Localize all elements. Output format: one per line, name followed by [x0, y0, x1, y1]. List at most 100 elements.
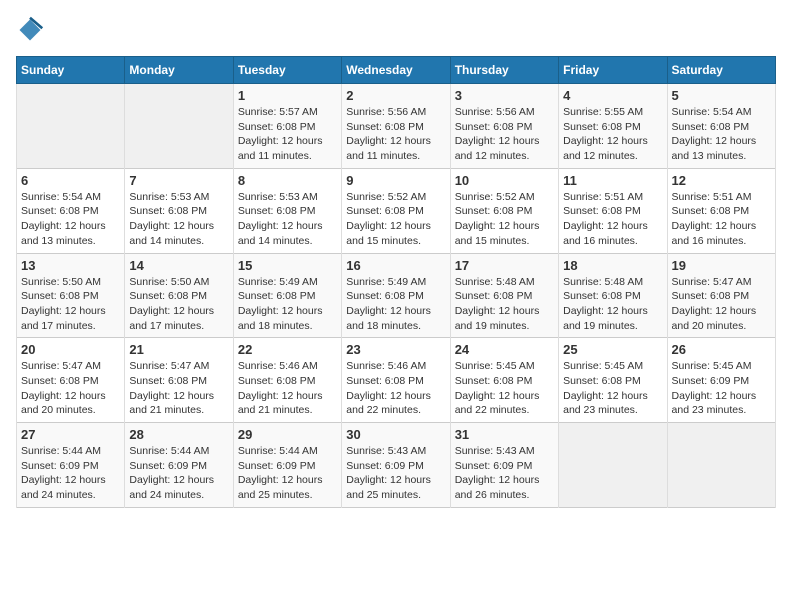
day-info: Sunrise: 5:44 AMSunset: 6:09 PMDaylight:…: [238, 444, 337, 503]
calendar-cell: 9 Sunrise: 5:52 AMSunset: 6:08 PMDaylight…: [342, 168, 450, 253]
day-info: Sunrise: 5:50 AMSunset: 6:08 PMDaylight:…: [129, 275, 228, 334]
day-number: 4: [563, 88, 662, 103]
logo-icon: [16, 16, 44, 44]
calendar-cell: 18 Sunrise: 5:48 AMSunset: 6:08 PMDayligh…: [559, 253, 667, 338]
calendar-cell: 7 Sunrise: 5:53 AMSunset: 6:08 PMDaylight…: [125, 168, 233, 253]
day-number: 30: [346, 427, 445, 442]
day-info: Sunrise: 5:56 AMSunset: 6:08 PMDaylight:…: [346, 105, 445, 164]
day-info: Sunrise: 5:47 AMSunset: 6:08 PMDaylight:…: [129, 359, 228, 418]
calendar-cell: 31Sunrise: 5:43 AMSunset: 6:09 PMDayligh…: [450, 423, 558, 508]
calendar-cell: 30 Sunrise: 5:43 AMSunset: 6:09 PMDayligh…: [342, 423, 450, 508]
day-info: Sunrise: 5:52 AMSunset: 6:08 PMDaylight:…: [455, 190, 554, 249]
col-header-wednesday: Wednesday: [342, 57, 450, 84]
calendar-cell: 8 Sunrise: 5:53 AMSunset: 6:08 PMDaylight…: [233, 168, 341, 253]
col-header-saturday: Saturday: [667, 57, 775, 84]
calendar-cell: 1 Sunrise: 5:57 AMSunset: 6:08 PMDaylight…: [233, 84, 341, 169]
day-number: 8: [238, 173, 337, 188]
day-number: 29: [238, 427, 337, 442]
calendar-cell: 21 Sunrise: 5:47 AMSunset: 6:08 PMDayligh…: [125, 338, 233, 423]
day-info: Sunrise: 5:45 AMSunset: 6:09 PMDaylight:…: [672, 359, 771, 418]
day-number: 11: [563, 173, 662, 188]
day-number: 3: [455, 88, 554, 103]
calendar-cell: 26 Sunrise: 5:45 AMSunset: 6:09 PMDayligh…: [667, 338, 775, 423]
day-number: 6: [21, 173, 120, 188]
calendar-cell: [125, 84, 233, 169]
page-header: [16, 16, 776, 44]
day-number: 26: [672, 342, 771, 357]
day-number: 15: [238, 258, 337, 273]
day-number: 23: [346, 342, 445, 357]
calendar-cell: [17, 84, 125, 169]
calendar-cell: 5 Sunrise: 5:54 AMSunset: 6:08 PMDaylight…: [667, 84, 775, 169]
calendar-cell: 25 Sunrise: 5:45 AMSunset: 6:08 PMDayligh…: [559, 338, 667, 423]
calendar-cell: 16Sunrise: 5:49 AMSunset: 6:08 PMDayligh…: [342, 253, 450, 338]
calendar-cell: 22 Sunrise: 5:46 AMSunset: 6:08 PMDayligh…: [233, 338, 341, 423]
calendar-cell: 27Sunrise: 5:44 AMSunset: 6:09 PMDayligh…: [17, 423, 125, 508]
day-number: 14: [129, 258, 228, 273]
calendar-cell: 12Sunrise: 5:51 AMSunset: 6:08 PMDayligh…: [667, 168, 775, 253]
day-info: Sunrise: 5:48 AMSunset: 6:08 PMDaylight:…: [455, 275, 554, 334]
day-number: 19: [672, 258, 771, 273]
calendar-cell: 19 Sunrise: 5:47 AMSunset: 6:08 PMDayligh…: [667, 253, 775, 338]
calendar-cell: 13 Sunrise: 5:50 AMSunset: 6:08 PMDayligh…: [17, 253, 125, 338]
calendar-cell: 14 Sunrise: 5:50 AMSunset: 6:08 PMDayligh…: [125, 253, 233, 338]
day-number: 13: [21, 258, 120, 273]
col-header-sunday: Sunday: [17, 57, 125, 84]
day-info: Sunrise: 5:46 AMSunset: 6:08 PMDaylight:…: [346, 359, 445, 418]
day-info: Sunrise: 5:50 AMSunset: 6:08 PMDaylight:…: [21, 275, 120, 334]
calendar-cell: 20 Sunrise: 5:47 AMSunset: 6:08 PMDayligh…: [17, 338, 125, 423]
day-info: Sunrise: 5:53 AMSunset: 6:08 PMDaylight:…: [129, 190, 228, 249]
day-info: Sunrise: 5:45 AMSunset: 6:08 PMDaylight:…: [455, 359, 554, 418]
col-header-monday: Monday: [125, 57, 233, 84]
day-number: 9: [346, 173, 445, 188]
calendar-cell: 11Sunrise: 5:51 AMSunset: 6:08 PMDayligh…: [559, 168, 667, 253]
day-info: Sunrise: 5:57 AMSunset: 6:08 PMDaylight:…: [238, 105, 337, 164]
day-info: Sunrise: 5:43 AMSunset: 6:09 PMDaylight:…: [455, 444, 554, 503]
day-number: 17: [455, 258, 554, 273]
day-info: Sunrise: 5:49 AMSunset: 6:08 PMDaylight:…: [346, 275, 445, 334]
day-info: Sunrise: 5:47 AMSunset: 6:08 PMDaylight:…: [672, 275, 771, 334]
day-number: 18: [563, 258, 662, 273]
day-number: 2: [346, 88, 445, 103]
day-number: 10: [455, 173, 554, 188]
day-number: 25: [563, 342, 662, 357]
day-number: 28: [129, 427, 228, 442]
calendar-cell: [559, 423, 667, 508]
day-info: Sunrise: 5:52 AMSunset: 6:08 PMDaylight:…: [346, 190, 445, 249]
day-info: Sunrise: 5:47 AMSunset: 6:08 PMDaylight:…: [21, 359, 120, 418]
calendar-cell: 15 Sunrise: 5:49 AMSunset: 6:08 PMDayligh…: [233, 253, 341, 338]
day-info: Sunrise: 5:49 AMSunset: 6:08 PMDaylight:…: [238, 275, 337, 334]
col-header-tuesday: Tuesday: [233, 57, 341, 84]
calendar-cell: 17 Sunrise: 5:48 AMSunset: 6:08 PMDayligh…: [450, 253, 558, 338]
calendar-table: SundayMondayTuesdayWednesdayThursdayFrid…: [16, 56, 776, 508]
calendar-cell: 29 Sunrise: 5:44 AMSunset: 6:09 PMDayligh…: [233, 423, 341, 508]
day-info: Sunrise: 5:53 AMSunset: 6:08 PMDaylight:…: [238, 190, 337, 249]
calendar-cell: 3 Sunrise: 5:56 AMSunset: 6:08 PMDaylight…: [450, 84, 558, 169]
day-number: 22: [238, 342, 337, 357]
calendar-cell: 6 Sunrise: 5:54 AMSunset: 6:08 PMDaylight…: [17, 168, 125, 253]
col-header-friday: Friday: [559, 57, 667, 84]
day-info: Sunrise: 5:48 AMSunset: 6:08 PMDaylight:…: [563, 275, 662, 334]
col-header-thursday: Thursday: [450, 57, 558, 84]
day-number: 7: [129, 173, 228, 188]
day-info: Sunrise: 5:43 AMSunset: 6:09 PMDaylight:…: [346, 444, 445, 503]
calendar-cell: 10 Sunrise: 5:52 AMSunset: 6:08 PMDayligh…: [450, 168, 558, 253]
day-info: Sunrise: 5:44 AMSunset: 6:09 PMDaylight:…: [21, 444, 120, 503]
day-info: Sunrise: 5:56 AMSunset: 6:08 PMDaylight:…: [455, 105, 554, 164]
day-number: 1: [238, 88, 337, 103]
day-info: Sunrise: 5:55 AMSunset: 6:08 PMDaylight:…: [563, 105, 662, 164]
calendar-cell: [667, 423, 775, 508]
calendar-cell: 28Sunrise: 5:44 AMSunset: 6:09 PMDayligh…: [125, 423, 233, 508]
calendar-cell: 4 Sunrise: 5:55 AMSunset: 6:08 PMDaylight…: [559, 84, 667, 169]
calendar-cell: 24Sunrise: 5:45 AMSunset: 6:08 PMDayligh…: [450, 338, 558, 423]
day-info: Sunrise: 5:45 AMSunset: 6:08 PMDaylight:…: [563, 359, 662, 418]
day-info: Sunrise: 5:54 AMSunset: 6:08 PMDaylight:…: [672, 105, 771, 164]
calendar-cell: 2 Sunrise: 5:56 AMSunset: 6:08 PMDaylight…: [342, 84, 450, 169]
day-info: Sunrise: 5:54 AMSunset: 6:08 PMDaylight:…: [21, 190, 120, 249]
day-number: 21: [129, 342, 228, 357]
logo: [16, 16, 48, 44]
day-number: 20: [21, 342, 120, 357]
day-number: 5: [672, 88, 771, 103]
day-info: Sunrise: 5:46 AMSunset: 6:08 PMDaylight:…: [238, 359, 337, 418]
day-info: Sunrise: 5:51 AMSunset: 6:08 PMDaylight:…: [672, 190, 771, 249]
